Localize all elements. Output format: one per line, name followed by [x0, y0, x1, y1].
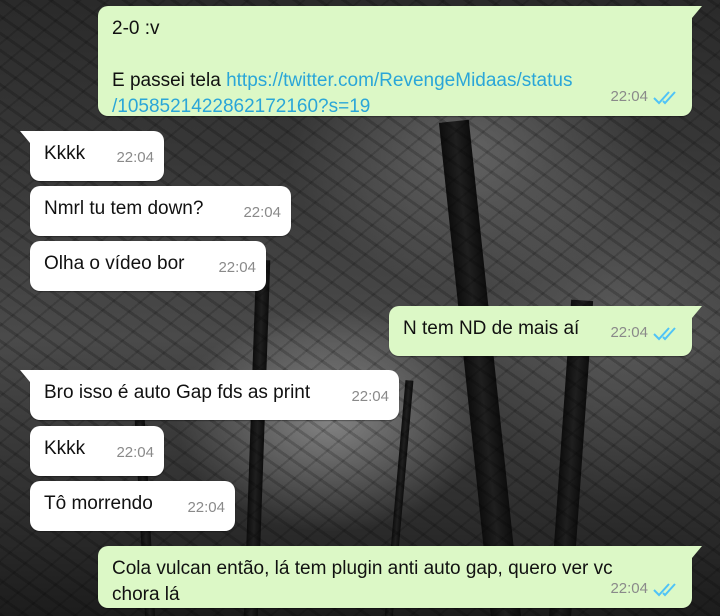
message-time: 22:04 [243, 204, 281, 221]
message-time: 22:04 [116, 149, 154, 166]
message-text: Bro isso é auto Gap fds as print [44, 382, 311, 403]
message-text: Kkkk [44, 143, 86, 164]
message-meta: 22:04 [351, 384, 389, 410]
message-text-line: E passei tela https://twitter.com/Reveng… [112, 68, 680, 94]
message-text: E passei tela [112, 70, 227, 91]
message-text: chora lá [112, 584, 180, 605]
message-text: Kkkk [44, 438, 86, 459]
message-meta: 22:04 [610, 320, 682, 346]
message-text: Cola vulcan então, lá tem plugin anti au… [112, 558, 613, 579]
outgoing-message[interactable]: N tem ND de mais aí 22:04 [389, 306, 702, 356]
incoming-message[interactable]: Nmrl tu tem down? 22:04 [30, 186, 291, 236]
incoming-message[interactable]: Olha o vídeo bor 22:04 [30, 241, 266, 291]
message-text: Olha o vídeo bor [44, 253, 185, 274]
double-check-icon [653, 91, 676, 105]
message-meta: 22:04 [610, 84, 682, 110]
outgoing-message[interactable]: 2-0 :v E passei tela https://twitter.com… [98, 6, 702, 117]
incoming-message[interactable]: Tô morrendo 22:04 [30, 481, 235, 531]
message-text: Nmrl tu tem down? [44, 198, 204, 219]
message-link-continuation[interactable]: /1058521422862172160?s=19 [112, 94, 680, 120]
message-time: 22:04 [116, 444, 154, 461]
message-meta: 22:04 [116, 440, 154, 466]
message-meta: 22:04 [218, 255, 256, 281]
message-meta: 22:04 [116, 145, 154, 171]
message-time: 22:04 [351, 388, 389, 405]
message-link[interactable]: https://twitter.com/RevengeMidaas/status [226, 70, 572, 91]
message-time: 22:04 [610, 580, 648, 597]
message-time: 22:04 [187, 499, 225, 516]
message-time: 22:04 [610, 324, 648, 341]
message-text: Tô morrendo [44, 493, 153, 514]
message-meta: 22:04 [243, 200, 281, 226]
double-check-icon [653, 583, 676, 597]
double-check-icon [653, 327, 676, 341]
chat-background: 2-0 :v E passei tela https://twitter.com… [0, 0, 720, 616]
message-meta: 22:04 [610, 576, 682, 602]
message-time: 22:04 [218, 259, 256, 276]
message-text: 2-0 :v [112, 18, 160, 39]
message-time: 22:04 [610, 88, 648, 105]
outgoing-message[interactable]: Cola vulcan então, lá tem plugin anti au… [98, 546, 702, 608]
message-meta: 22:04 [187, 495, 225, 521]
message-text: N tem ND de mais aí [403, 318, 580, 339]
incoming-message[interactable]: Kkkk 22:04 [30, 426, 164, 476]
incoming-message[interactable]: Bro isso é auto Gap fds as print 22:04 [20, 370, 399, 420]
incoming-message[interactable]: Kkkk 22:04 [20, 131, 164, 181]
